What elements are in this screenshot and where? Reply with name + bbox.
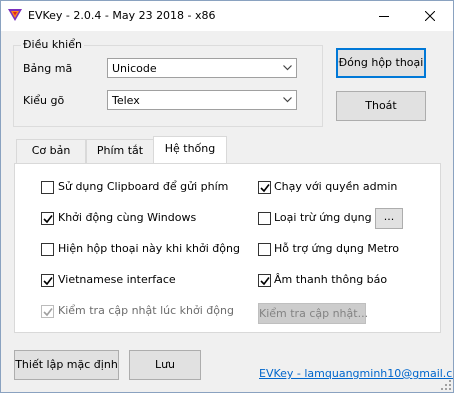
use-clipboard-label[interactable]: Sử dụng Clipboard để gửi phím	[58, 180, 228, 193]
check-updates-label: Kiểm tra cập nhật lúc khởi động	[58, 304, 234, 317]
show-dialog-on-start-checkbox[interactable]	[41, 243, 54, 256]
charset-value: Unicode	[112, 62, 157, 75]
metro-support-checkbox[interactable]	[258, 243, 271, 256]
exclude-apps-checkbox[interactable]	[258, 212, 271, 225]
checkmark-icon	[43, 215, 53, 224]
input-method-value: Telex	[112, 94, 140, 107]
reset-defaults-label: Thiết lập mặc định	[15, 358, 118, 371]
start-with-windows-checkbox[interactable]	[41, 212, 54, 225]
tab-basic[interactable]: Cơ bản	[16, 139, 86, 163]
vietnamese-interface-checkbox[interactable]	[41, 274, 54, 287]
checkmark-icon	[260, 277, 270, 286]
use-clipboard-checkbox[interactable]	[41, 181, 54, 194]
save-label: Lưu	[154, 358, 176, 371]
tab-shortcuts[interactable]: Phím tắt	[86, 139, 154, 163]
window-title: EVKey - 2.0.4 - May 23 2018 - x86	[28, 9, 216, 22]
tab-shortcuts-label: Phím tắt	[96, 144, 144, 157]
close-icon	[425, 11, 435, 21]
minimize-button[interactable]	[361, 1, 407, 31]
notification-sound-checkbox[interactable]	[258, 274, 271, 287]
tab-system[interactable]: Hệ thống	[153, 136, 227, 163]
exit-label: Thoát	[365, 99, 397, 112]
check-updates-checkbox	[41, 305, 54, 318]
run-as-admin-checkbox[interactable]	[258, 181, 271, 194]
input-method-select[interactable]: Telex	[107, 90, 297, 110]
chevron-down-icon	[283, 65, 292, 71]
check-update-button: Kiểm tra cập nhật...	[258, 303, 369, 324]
vietnamese-interface-label[interactable]: Vietnamese interface	[58, 273, 176, 286]
checkmark-icon	[260, 184, 270, 193]
charset-label: Bảng mã	[23, 62, 73, 75]
start-with-windows-label[interactable]: Khởi động cùng Windows	[58, 211, 196, 224]
resize-grip-icon[interactable]	[441, 380, 451, 390]
title-bar[interactable]: EVKey - 2.0.4 - May 23 2018 - x86	[1, 1, 453, 31]
close-button[interactable]	[407, 1, 453, 31]
close-dialog-label: Đóng hộp thoại	[338, 56, 424, 69]
tab-system-label: Hệ thống	[164, 142, 216, 155]
check-update-label: Kiểm tra cập nhật...	[259, 307, 369, 320]
reset-defaults-button[interactable]: Thiết lập mặc định	[14, 350, 119, 380]
exit-button[interactable]: Thoát	[336, 91, 426, 121]
chevron-down-icon	[283, 97, 292, 103]
browse-label: ...	[383, 210, 395, 223]
control-group-legend: Điều khiển	[21, 38, 84, 51]
run-as-admin-label[interactable]: Chạy với quyền admin	[274, 180, 397, 193]
save-button[interactable]: Lưu	[129, 350, 201, 380]
checkmark-icon	[43, 308, 53, 317]
exclude-apps-label[interactable]: Loại trừ ứng dụng	[274, 211, 372, 224]
exclude-apps-browse-button[interactable]: ...	[375, 208, 403, 229]
evkey-logo-icon	[7, 7, 23, 23]
metro-support-label[interactable]: Hỗ trợ ứng dụng Metro	[274, 242, 399, 255]
close-dialog-button[interactable]: Đóng hộp thoại	[336, 48, 426, 78]
show-dialog-on-start-label[interactable]: Hiện hộp thoại này khi khởi động	[58, 242, 240, 255]
input-method-label: Kiểu gõ	[23, 94, 65, 107]
charset-select[interactable]: Unicode	[107, 58, 297, 78]
author-email-link[interactable]: EVKey - lamquangminh10@gmail.com	[259, 367, 453, 380]
checkmark-icon	[43, 277, 53, 286]
notification-sound-label[interactable]: Âm thanh thông báo	[274, 273, 387, 286]
main-window: EVKey - 2.0.4 - May 23 2018 - x86 Điều k…	[0, 0, 454, 393]
tab-basic-label: Cơ bản	[31, 144, 71, 157]
